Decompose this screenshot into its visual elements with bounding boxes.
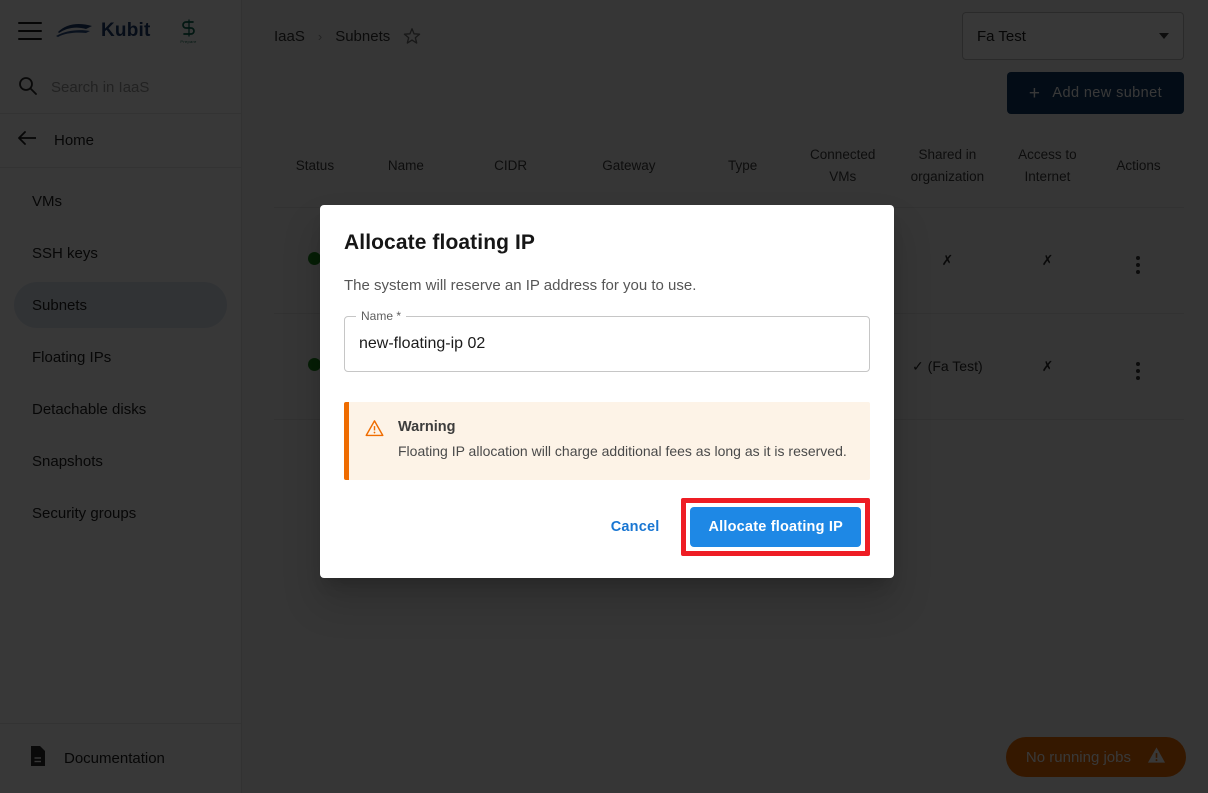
name-input[interactable] bbox=[359, 335, 855, 353]
name-field-label: Name * bbox=[356, 309, 407, 323]
warning-content: Warning Floating IP allocation will char… bbox=[398, 419, 847, 461]
allocate-floating-ip-button[interactable]: Allocate floating IP bbox=[690, 506, 861, 547]
warning-banner: Warning Floating IP allocation will char… bbox=[344, 402, 870, 480]
dialog-subtitle: The system will reserve an IP address fo… bbox=[344, 277, 697, 294]
warning-title: Warning bbox=[398, 419, 456, 435]
cancel-button[interactable]: Cancel bbox=[599, 510, 672, 544]
warning-text: Floating IP allocation will charge addit… bbox=[398, 443, 847, 459]
allocate-floating-ip-dialog: Allocate floating IP The system will res… bbox=[320, 205, 894, 578]
confirm-button-highlight: Allocate floating IP bbox=[681, 497, 870, 556]
dialog-title: Allocate floating IP bbox=[344, 231, 536, 254]
name-field[interactable]: Name * bbox=[344, 309, 870, 372]
warning-triangle-icon bbox=[365, 419, 384, 461]
dialog-body: The system will reserve an IP address fo… bbox=[320, 255, 894, 480]
dialog-actions: Cancel Allocate floating IP bbox=[320, 480, 894, 578]
